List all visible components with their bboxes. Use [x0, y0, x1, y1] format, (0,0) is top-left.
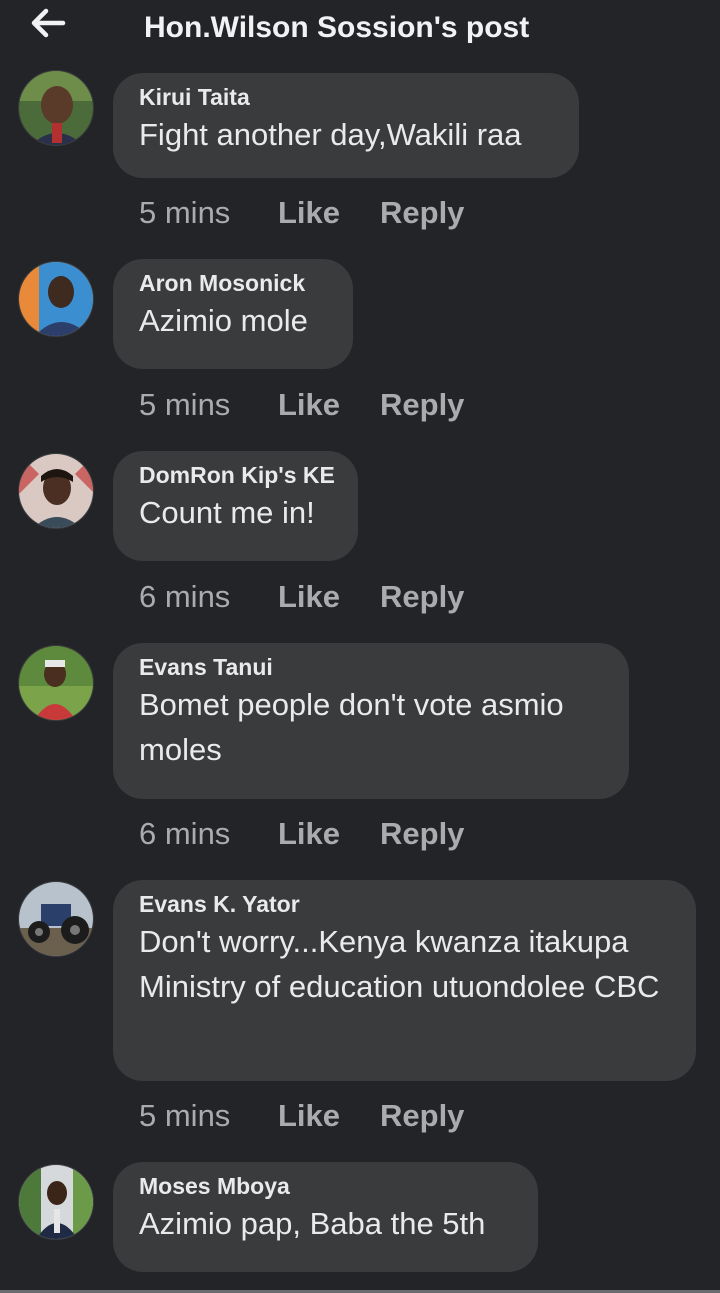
like-button[interactable]: Like [278, 385, 380, 425]
back-button[interactable] [26, 5, 70, 41]
comment-bubble[interactable]: Aron Mosonick Azimio mole [113, 259, 353, 369]
reply-button[interactable]: Reply [380, 814, 464, 854]
avatar[interactable] [18, 453, 94, 529]
comment-author[interactable]: Moses Mboya [139, 1173, 512, 1199]
comment-actions: 5 mins Like Reply [139, 1096, 464, 1136]
avatar[interactable] [18, 645, 94, 721]
comment-bubble[interactable]: Kirui Taita Fight another day,Wakili raa [113, 73, 579, 178]
comment-author[interactable]: Evans Tanui [139, 654, 603, 680]
like-button[interactable]: Like [278, 1096, 380, 1136]
comment-bubble[interactable]: Evans Tanui Bomet people don't vote asmi… [113, 643, 629, 799]
comment-timestamp[interactable]: 5 mins [139, 1096, 278, 1136]
comment-text: Azimio pap, Baba the 5th [139, 1206, 486, 1241]
header-bar: Hon.Wilson Sossion's post [0, 0, 720, 58]
comment-author[interactable]: DomRon Kip's KE [139, 462, 335, 488]
reply-button[interactable]: Reply [380, 193, 464, 233]
comment-bubble[interactable]: Moses Mboya Azimio pap, Baba the 5th [113, 1162, 538, 1272]
page-title: Hon.Wilson Sossion's post [144, 11, 530, 44]
comment-timestamp[interactable]: 5 mins [139, 193, 278, 233]
comment-text: Count me in! [139, 495, 315, 530]
comment-text: Fight another day,Wakili raa [139, 117, 522, 152]
comment-bubble[interactable]: Evans K. Yator Don't worry...Kenya kwanz… [113, 880, 696, 1081]
like-button[interactable]: Like [278, 193, 380, 233]
comment-actions: 6 mins Like Reply [139, 577, 464, 617]
comments-screen: Hon.Wilson Sossion's post Kirui Taita Fi… [0, 0, 720, 1293]
avatar[interactable] [18, 261, 94, 337]
arrow-left-icon [31, 8, 66, 38]
avatar[interactable] [18, 70, 94, 146]
comment-author[interactable]: Kirui Taita [139, 84, 553, 110]
comment-author[interactable]: Aron Mosonick [139, 270, 327, 296]
comment-text: Azimio mole [139, 303, 308, 338]
comment-actions: 5 mins Like Reply [139, 193, 464, 233]
comment-bubble[interactable]: DomRon Kip's KE Count me in! [113, 451, 358, 561]
avatar[interactable] [18, 1164, 94, 1240]
reply-button[interactable]: Reply [380, 577, 464, 617]
comment-actions: 6 mins Like Reply [139, 814, 464, 854]
like-button[interactable]: Like [278, 577, 380, 617]
like-button[interactable]: Like [278, 814, 380, 854]
comment-text: Bomet people don't vote asmio moles [139, 687, 564, 767]
comment-author[interactable]: Evans K. Yator [139, 891, 670, 917]
reply-button[interactable]: Reply [380, 1096, 464, 1136]
comment-actions: 5 mins Like Reply [139, 385, 464, 425]
avatar[interactable] [18, 881, 94, 957]
comment-text: Don't worry...Kenya kwanza itakupa Minis… [139, 924, 660, 1004]
comment-timestamp[interactable]: 6 mins [139, 577, 278, 617]
comment-timestamp[interactable]: 6 mins [139, 814, 278, 854]
reply-button[interactable]: Reply [380, 385, 464, 425]
comment-timestamp[interactable]: 5 mins [139, 385, 278, 425]
